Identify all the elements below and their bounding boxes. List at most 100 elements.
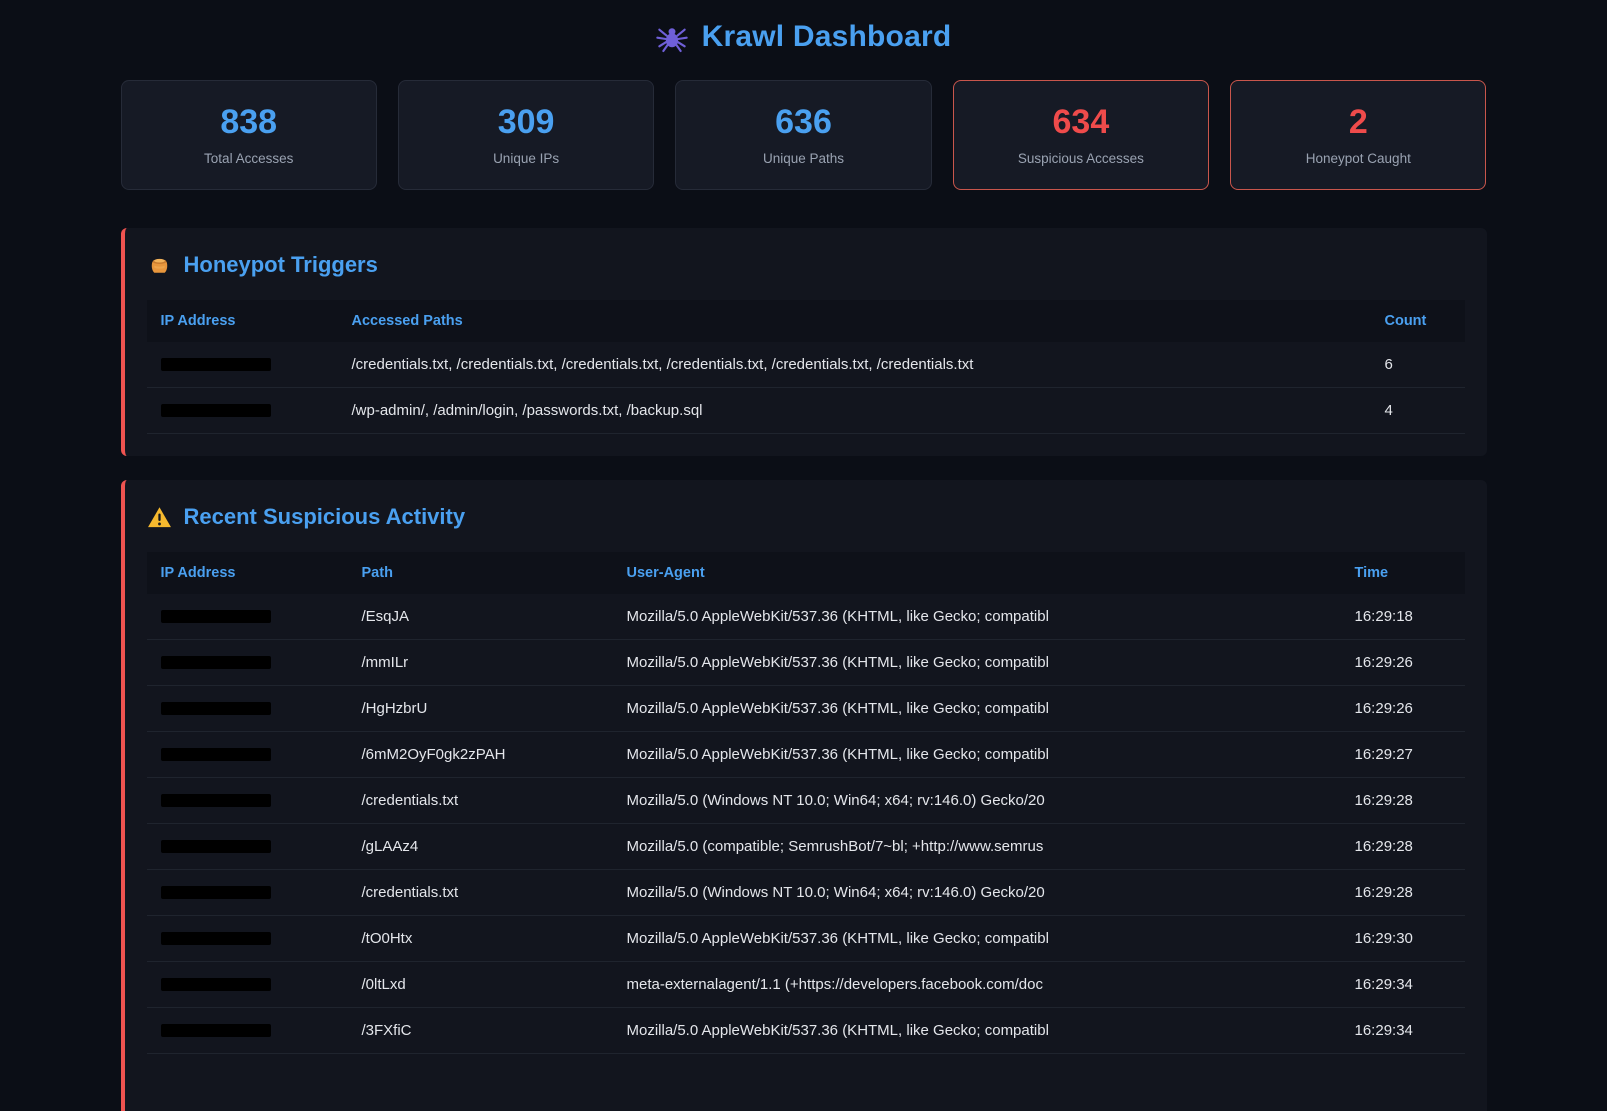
suspicious-cell-time: 16:29:18 (1345, 594, 1465, 640)
suspicious-row: /6mM2OyF0gk2zPAH Mozilla/5.0 AppleWebKit… (147, 732, 1465, 778)
suspicious-row: /gLAAz4 Mozilla/5.0 (compatible; Semrush… (147, 824, 1465, 870)
suspicious-header-row: IP Address Path User-Agent Time (147, 552, 1465, 594)
page-title: Krawl Dashboard (702, 20, 952, 54)
honeypot-table-body: /credentials.txt, /credentials.txt, /cre… (147, 342, 1465, 434)
stat-value: 309 (498, 104, 555, 141)
suspicious-cell-ua: meta-externalagent/1.1 (+https://develop… (617, 962, 1345, 1008)
ip-redacted-bar (161, 656, 271, 669)
ip-redacted-bar (161, 702, 271, 715)
ip-redacted-bar (161, 748, 271, 761)
suspicious-cell-time: 16:29:26 (1345, 686, 1465, 732)
suspicious-cell-ua: Mozilla/5.0 (Windows NT 10.0; Win64; x64… (617, 870, 1345, 916)
ip-redacted-bar (161, 932, 271, 945)
suspicious-cell-path: /mmILr (352, 640, 617, 686)
suspicious-cell-ua: Mozilla/5.0 (Windows NT 10.0; Win64; x64… (617, 778, 1345, 824)
suspicious-cell-path: /credentials.txt (352, 778, 617, 824)
suspicious-cell-time: 16:29:27 (1345, 732, 1465, 778)
suspicious-row: /HgHzbrU Mozilla/5.0 AppleWebKit/537.36 … (147, 686, 1465, 732)
stat-label: Total Accesses (204, 151, 293, 166)
ip-redacted-bar (161, 978, 271, 991)
suspicious-col-path: Path (352, 552, 617, 594)
suspicious-cell-ip (147, 778, 352, 824)
honeypot-cell-paths: /wp-admin/, /admin/login, /passwords.txt… (342, 388, 1375, 434)
honeypot-row: /wp-admin/, /admin/login, /passwords.txt… (147, 388, 1465, 434)
suspicious-cell-ip (147, 640, 352, 686)
suspicious-cell-time: 16:29:34 (1345, 962, 1465, 1008)
stats-row: 838 Total Accesses 309 Unique IPs 636 Un… (121, 80, 1487, 190)
stat-card: 634 Suspicious Accesses (953, 80, 1209, 190)
honeypot-panel-title: Honeypot Triggers (147, 252, 1465, 278)
suspicious-cell-path: /credentials.txt (352, 870, 617, 916)
suspicious-cell-path: /tO0Htx (352, 916, 617, 962)
suspicious-cell-ua: Mozilla/5.0 AppleWebKit/537.36 (KHTML, l… (617, 732, 1345, 778)
suspicious-cell-time: 16:29:30 (1345, 916, 1465, 962)
suspicious-cell-ua: Mozilla/5.0 AppleWebKit/537.36 (KHTML, l… (617, 594, 1345, 640)
suspicious-col-ip: IP Address (147, 552, 352, 594)
stat-value: 2 (1349, 104, 1368, 141)
suspicious-cell-path: /HgHzbrU (352, 686, 617, 732)
suspicious-cell-time: 16:29:28 (1345, 870, 1465, 916)
ip-redacted-bar (161, 886, 271, 899)
suspicious-row: /mmILr Mozilla/5.0 AppleWebKit/537.36 (K… (147, 640, 1465, 686)
honeypot-title-text: Honeypot Triggers (184, 252, 378, 278)
suspicious-cell-ip (147, 686, 352, 732)
honeypot-cell-ip (147, 388, 342, 434)
ip-redacted-bar (161, 794, 271, 807)
suspicious-cell-ip (147, 824, 352, 870)
honeypot-col-count: Count (1375, 300, 1465, 342)
honeypot-row: /credentials.txt, /credentials.txt, /cre… (147, 342, 1465, 388)
suspicious-cell-path: /6mM2OyF0gk2zPAH (352, 732, 617, 778)
ip-redacted-bar (161, 610, 271, 623)
suspicious-cell-ua: Mozilla/5.0 (compatible; SemrushBot/7~bl… (617, 824, 1345, 870)
suspicious-col-ua: User-Agent (617, 552, 1345, 594)
honeypot-cell-ip (147, 342, 342, 388)
stat-label: Unique Paths (763, 151, 844, 166)
suspicious-row: /credentials.txt Mozilla/5.0 (Windows NT… (147, 870, 1465, 916)
suspicious-cell-ua: Mozilla/5.0 AppleWebKit/537.36 (KHTML, l… (617, 686, 1345, 732)
honeypot-col-ip: IP Address (147, 300, 342, 342)
ip-redacted-bar (161, 840, 271, 853)
suspicious-row: /0ltLxd meta-externalagent/1.1 (+https:/… (147, 962, 1465, 1008)
suspicious-cell-ua: Mozilla/5.0 AppleWebKit/537.36 (KHTML, l… (617, 1008, 1345, 1054)
stat-label: Honeypot Caught (1306, 151, 1411, 166)
suspicious-cell-ip (147, 916, 352, 962)
honeypot-panel: Honeypot Triggers IP Address Accessed Pa… (121, 228, 1487, 456)
ip-redacted-bar (161, 1024, 271, 1037)
page-header: Krawl Dashboard (121, 12, 1487, 80)
suspicious-cell-time: 16:29:28 (1345, 824, 1465, 870)
stat-value: 636 (775, 104, 832, 141)
honeypot-header-row: IP Address Accessed Paths Count (147, 300, 1465, 342)
suspicious-cell-ip (147, 870, 352, 916)
suspicious-title-text: Recent Suspicious Activity (184, 504, 466, 530)
suspicious-cell-ua: Mozilla/5.0 AppleWebKit/537.36 (KHTML, l… (617, 640, 1345, 686)
honeypot-cell-paths: /credentials.txt, /credentials.txt, /cre… (342, 342, 1375, 388)
suspicious-cell-time: 16:29:28 (1345, 778, 1465, 824)
suspicious-cell-path: /0ltLxd (352, 962, 617, 1008)
stat-label: Unique IPs (493, 151, 559, 166)
suspicious-cell-ip (147, 962, 352, 1008)
stat-card: 636 Unique Paths (675, 80, 931, 190)
suspicious-cell-ip (147, 732, 352, 778)
stat-label: Suspicious Accesses (1018, 151, 1144, 166)
honeypot-cell-count: 4 (1375, 388, 1465, 434)
suspicious-row: /EsqJA Mozilla/5.0 AppleWebKit/537.36 (K… (147, 594, 1465, 640)
ip-redacted-bar (161, 404, 271, 417)
suspicious-cell-time: 16:29:34 (1345, 1008, 1465, 1054)
spider-icon (656, 21, 688, 53)
suspicious-table-body: /EsqJA Mozilla/5.0 AppleWebKit/537.36 (K… (147, 594, 1465, 1054)
stat-card: 2 Honeypot Caught (1230, 80, 1486, 190)
stat-value: 634 (1053, 104, 1110, 141)
suspicious-table: IP Address Path User-Agent Time /EsqJA M… (147, 552, 1465, 1054)
stat-value: 838 (220, 104, 277, 141)
suspicious-row: /tO0Htx Mozilla/5.0 AppleWebKit/537.36 (… (147, 916, 1465, 962)
ip-redacted-bar (161, 358, 271, 371)
suspicious-cell-ip (147, 1008, 352, 1054)
stat-card: 309 Unique IPs (398, 80, 654, 190)
suspicious-cell-ua: Mozilla/5.0 AppleWebKit/537.36 (KHTML, l… (617, 916, 1345, 962)
honeypot-icon (147, 253, 172, 278)
suspicious-cell-time: 16:29:26 (1345, 640, 1465, 686)
warning-icon (147, 505, 172, 530)
dashboard-container: Krawl Dashboard 838 Total Accesses 309 U… (121, 0, 1487, 1111)
suspicious-cell-path: /EsqJA (352, 594, 617, 640)
suspicious-panel: Recent Suspicious Activity IP Address Pa… (121, 480, 1487, 1111)
